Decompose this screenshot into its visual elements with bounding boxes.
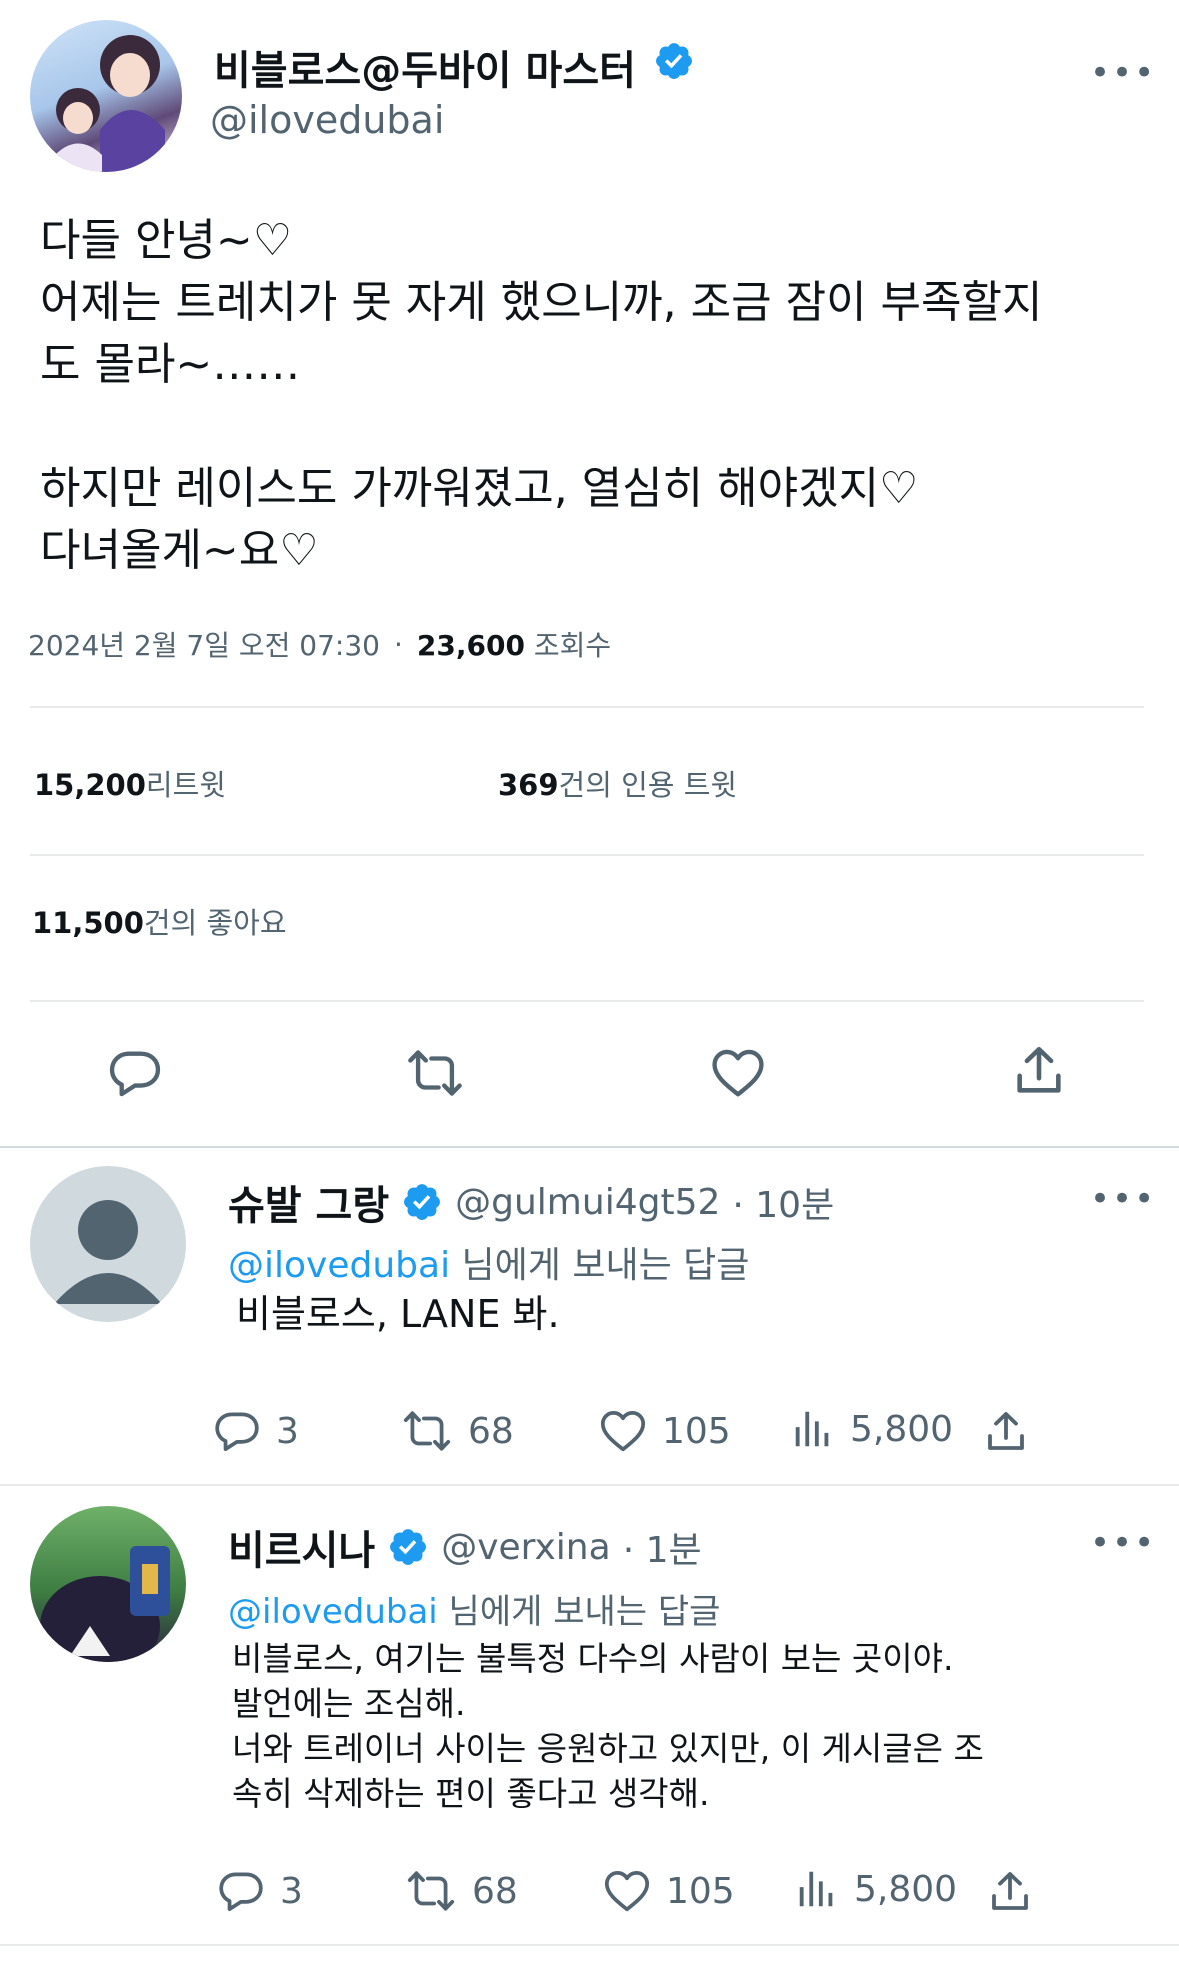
reply-header: 슈발 그랑 @gulmui4gt52 · 10분 bbox=[228, 1173, 834, 1231]
section-divider bbox=[0, 1146, 1179, 1148]
divider bbox=[30, 854, 1144, 856]
reply-to-handle[interactable]: @ilovedubai bbox=[228, 1245, 450, 1286]
more-icon[interactable]: ••• bbox=[1090, 56, 1156, 90]
reply-to-suffix: 님에게 보내는 답글 bbox=[461, 1245, 750, 1286]
views-stat: 23,600 조회수 bbox=[417, 624, 611, 664]
share-button[interactable] bbox=[1010, 1042, 1068, 1104]
likes-stat[interactable]: 11,500건의 좋아요 bbox=[32, 900, 287, 942]
views-chart-icon bbox=[790, 1406, 836, 1452]
retweets-label: 리트윗 bbox=[145, 768, 226, 802]
verified-badge-icon bbox=[387, 1526, 429, 1568]
reply-handle[interactable]: @verxina bbox=[441, 1527, 610, 1568]
avatar-illustration bbox=[55, 35, 165, 172]
avatar-illustration bbox=[40, 1546, 170, 1662]
retweet-icon bbox=[404, 1866, 458, 1916]
quotes-stat[interactable]: 369건의 인용 트윗 bbox=[498, 762, 737, 804]
more-icon[interactable]: ••• bbox=[1090, 1182, 1156, 1216]
reply-icon bbox=[106, 1044, 164, 1102]
retweet-icon bbox=[400, 1406, 454, 1456]
more-icon[interactable]: ••• bbox=[1090, 1526, 1156, 1560]
tweet-timestamp[interactable]: 2024년 2월 7일 오전 07:30 bbox=[28, 624, 380, 664]
divider bbox=[30, 706, 1144, 708]
author-display-name[interactable]: 비블로스@두바이 마스터 bbox=[214, 38, 636, 96]
reply-action-views[interactable]: 5,800 bbox=[794, 1866, 957, 1912]
divider bbox=[0, 1944, 1179, 1946]
meta-separator: · bbox=[393, 627, 403, 661]
reply-action-retweet[interactable]: 68 bbox=[404, 1866, 518, 1916]
retweet-count: 68 bbox=[472, 1870, 518, 1912]
like-count: 105 bbox=[662, 1410, 731, 1452]
views-label: 조회수 bbox=[533, 629, 612, 662]
heart-icon bbox=[708, 1044, 768, 1102]
reply-text-line: 속히 삭제하는 편이 좋다고 생각해. bbox=[232, 1774, 710, 1813]
reply-icon bbox=[212, 1406, 262, 1456]
likes-count: 11,500 bbox=[32, 906, 144, 940]
reply-action-views[interactable]: 5,800 bbox=[790, 1406, 953, 1452]
divider bbox=[30, 1000, 1144, 1002]
reply-handle[interactable]: @gulmui4gt52 bbox=[455, 1182, 720, 1223]
reply-text-line: 발언에는 조심해. bbox=[232, 1684, 466, 1723]
reply-time[interactable]: · 1분 bbox=[623, 1521, 702, 1573]
quotes-count: 369 bbox=[498, 768, 559, 802]
divider bbox=[0, 1484, 1179, 1486]
tweet-text-line: 어제는 트레치가 못 자게 했으니까, 조금 잠이 부족할지 bbox=[40, 277, 1043, 328]
author-avatar[interactable] bbox=[30, 20, 182, 172]
views-chart-icon bbox=[794, 1866, 840, 1912]
reply-to-line: @ilovedubai 님에게 보내는 답글 bbox=[228, 1584, 720, 1633]
tweet-text-line: 다녀올게~요♡ bbox=[40, 525, 319, 576]
reply-text-line: 비블로스, LANE 봐. bbox=[236, 1292, 560, 1336]
quotes-label: 건의 인용 트윗 bbox=[558, 768, 738, 802]
reply-text-line: 너와 트레이너 사이는 응원하고 있지만, 이 게시글은 조 bbox=[232, 1729, 984, 1768]
retweet-button[interactable] bbox=[404, 1044, 466, 1106]
tweet-text-line: 다들 안녕~♡ bbox=[40, 215, 293, 266]
reply-action-share[interactable] bbox=[982, 1408, 1030, 1460]
tweet-text-line: 하지만 레이스도 가까워졌고, 열심히 해야겠지♡ bbox=[40, 463, 919, 514]
reply-text: 비블로스, 여기는 불특정 다수의 사람이 보는 곳이야. 발언에는 조심해. … bbox=[232, 1636, 984, 1816]
share-icon bbox=[1010, 1042, 1068, 1100]
reply-action-like[interactable]: 105 bbox=[602, 1866, 735, 1916]
reply-icon bbox=[216, 1866, 266, 1916]
verified-badge-icon bbox=[653, 40, 695, 82]
share-icon bbox=[982, 1408, 1030, 1456]
reply-time[interactable]: · 10분 bbox=[732, 1176, 834, 1228]
tweet-text-line bbox=[40, 396, 1042, 458]
reply-button[interactable] bbox=[106, 1044, 164, 1106]
reply-avatar[interactable] bbox=[30, 1506, 186, 1662]
retweet-count: 68 bbox=[468, 1410, 514, 1452]
like-button[interactable] bbox=[708, 1044, 768, 1106]
reply-header: 비르시나 @verxina · 1분 bbox=[228, 1518, 702, 1576]
reply-avatar[interactable] bbox=[30, 1166, 186, 1322]
reply-to-line: @ilovedubai 님에게 보내는 답글 bbox=[228, 1236, 749, 1288]
views-count: 5,800 bbox=[850, 1408, 954, 1450]
reply-text: 비블로스, LANE 봐. bbox=[236, 1290, 560, 1338]
reply-display-name[interactable]: 슈발 그랑 bbox=[228, 1173, 389, 1231]
retweets-count: 15,200 bbox=[34, 768, 146, 802]
reply-action-like[interactable]: 105 bbox=[598, 1406, 731, 1456]
like-count: 105 bbox=[666, 1870, 735, 1912]
reply-action-retweet[interactable]: 68 bbox=[400, 1406, 514, 1456]
default-avatar-icon bbox=[54, 1200, 162, 1304]
author-handle[interactable]: @ilovedubai bbox=[210, 98, 444, 142]
retweet-icon bbox=[404, 1044, 466, 1102]
likes-label: 건의 좋아요 bbox=[143, 906, 287, 940]
heart-icon bbox=[598, 1406, 648, 1456]
tweet-text-line: 도 몰라~…… bbox=[40, 339, 301, 390]
reply-count: 3 bbox=[280, 1870, 303, 1912]
reply-display-name[interactable]: 비르시나 bbox=[228, 1518, 375, 1576]
reply-to-handle[interactable]: @ilovedubai bbox=[228, 1592, 438, 1632]
verified-badge-icon bbox=[401, 1181, 443, 1223]
share-icon bbox=[986, 1868, 1034, 1916]
heart-icon bbox=[602, 1866, 652, 1916]
reply-action-reply[interactable]: 3 bbox=[216, 1866, 303, 1916]
tweet-text: 다들 안녕~♡ 어제는 트레치가 못 자게 했으니까, 조금 잠이 부족할지 도… bbox=[40, 210, 1042, 582]
views-count: 23,600 bbox=[416, 629, 525, 662]
views-count: 5,800 bbox=[854, 1868, 958, 1910]
tweet-meta: 2024년 2월 7일 오전 07:30 · 23,600 조회수 bbox=[28, 624, 611, 664]
retweets-stat[interactable]: 15,200리트윗 bbox=[34, 762, 226, 804]
reply-to-suffix: 님에게 보내는 답글 bbox=[448, 1592, 721, 1632]
reply-action-reply[interactable]: 3 bbox=[212, 1406, 299, 1456]
reply-action-share[interactable] bbox=[986, 1868, 1034, 1920]
reply-count: 3 bbox=[276, 1410, 299, 1452]
reply-text-line: 비블로스, 여기는 불특정 다수의 사람이 보는 곳이야. bbox=[232, 1639, 954, 1678]
